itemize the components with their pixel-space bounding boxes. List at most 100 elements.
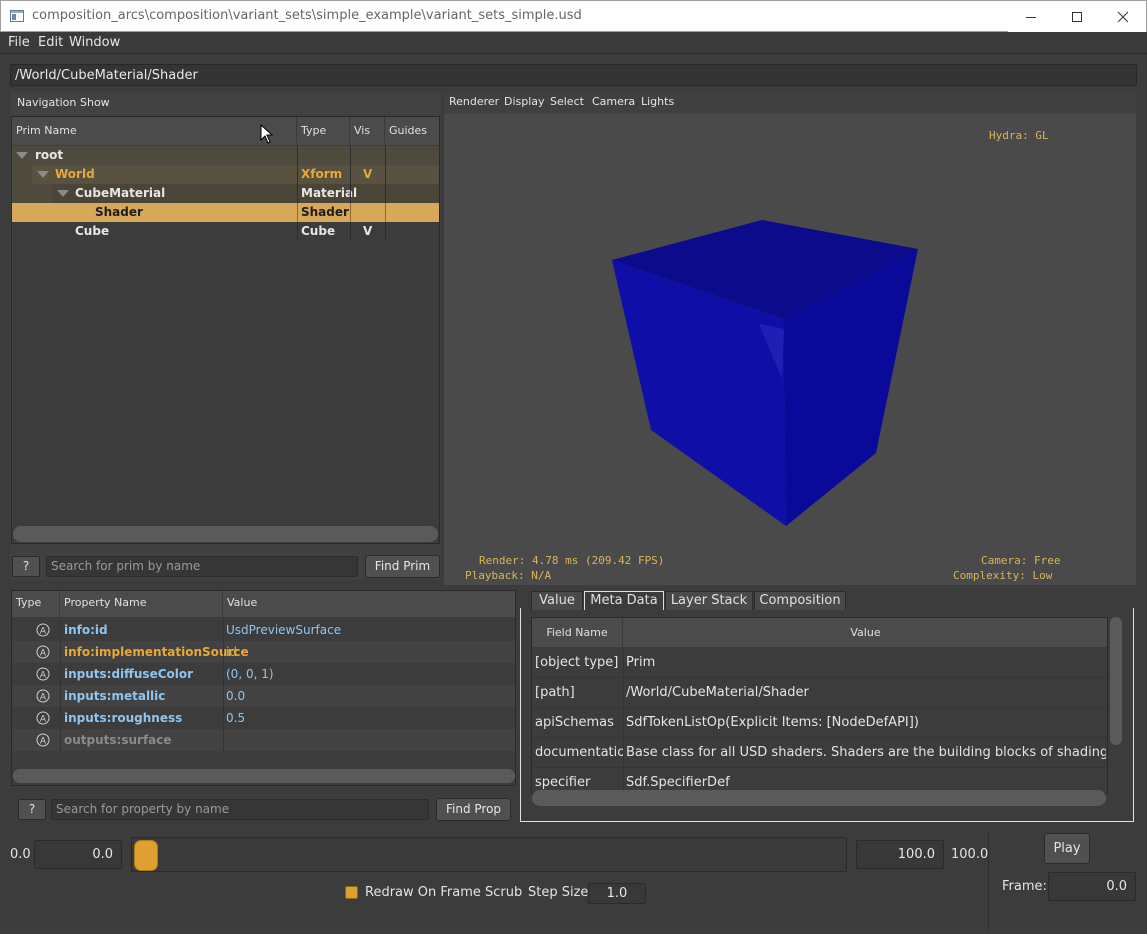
property-row[interactable]: A outputs:surface bbox=[12, 729, 515, 751]
renderer-menu[interactable]: Renderer bbox=[449, 95, 499, 108]
mouse-cursor-icon bbox=[260, 124, 274, 144]
prim-name: World bbox=[55, 167, 95, 181]
attribute-icon: A bbox=[36, 689, 50, 703]
metadata-hscrollbar[interactable] bbox=[532, 790, 1106, 806]
header-type[interactable]: Type bbox=[12, 591, 60, 617]
metadata-row[interactable]: [object type] Prim bbox=[532, 648, 1107, 678]
frame-slider[interactable] bbox=[131, 837, 847, 872]
prim-search-help-button[interactable]: ? bbox=[12, 556, 40, 577]
menu-edit[interactable]: Edit bbox=[38, 35, 63, 50]
svg-text:A: A bbox=[40, 737, 47, 747]
attribute-icon: A bbox=[36, 623, 50, 637]
prim-tree: Prim Name Type Vis Guides root World Xfo… bbox=[11, 116, 440, 544]
find-prop-button[interactable]: Find Prop bbox=[436, 798, 511, 821]
header-vis[interactable]: Vis bbox=[350, 117, 385, 145]
property-value: id bbox=[226, 645, 237, 659]
prop-search-input[interactable]: Search for property by name bbox=[51, 799, 429, 820]
property-scrollbar[interactable] bbox=[13, 769, 515, 783]
display-menu[interactable]: Display bbox=[504, 95, 545, 108]
header-value[interactable]: Value bbox=[623, 618, 1107, 647]
navigation-menu[interactable]: Navigation bbox=[17, 96, 76, 109]
property-row[interactable]: A inputs:diffuseColor (0, 0, 1) bbox=[12, 663, 515, 685]
property-name: inputs:roughness bbox=[64, 711, 183, 725]
metadata-row[interactable]: apiSchemas SdfTokenListOp(Explicit Items… bbox=[532, 708, 1107, 738]
playback-stats: Playback: N/A bbox=[465, 569, 552, 582]
tree-row-world[interactable]: World Xform V bbox=[12, 165, 439, 184]
step-size-label: Step Size bbox=[528, 885, 589, 900]
tree-row-shader[interactable]: Shader Shader bbox=[12, 203, 439, 222]
expand-arrow-icon[interactable] bbox=[57, 190, 69, 197]
tree-scrollbar[interactable] bbox=[13, 526, 438, 542]
svg-text:A: A bbox=[40, 693, 47, 703]
redraw-label: Redraw On Frame Scrub bbox=[365, 885, 523, 900]
prim-name: Shader bbox=[95, 205, 143, 219]
render-stats: Render: 4.78 ms (209.42 FPS) bbox=[479, 554, 665, 567]
prim-search-input[interactable]: Search for prim by name bbox=[46, 556, 358, 577]
property-row[interactable]: A info:implementationSource id bbox=[12, 641, 515, 663]
tab-meta-data[interactable]: Meta Data bbox=[584, 591, 664, 610]
attribute-icon: A bbox=[36, 733, 50, 747]
field-name: apiSchemas bbox=[535, 715, 614, 730]
play-button[interactable]: Play bbox=[1044, 833, 1090, 864]
select-menu[interactable]: Select bbox=[550, 95, 584, 108]
tree-row-cube[interactable]: Cube Cube V bbox=[12, 222, 439, 241]
end-frame-input[interactable]: 100.0 bbox=[856, 840, 944, 869]
close-button[interactable] bbox=[1100, 1, 1146, 32]
redraw-checkbox[interactable] bbox=[345, 886, 358, 899]
header-type[interactable]: Type bbox=[297, 117, 350, 145]
close-icon bbox=[1117, 11, 1129, 23]
prim-type: Material bbox=[301, 186, 358, 200]
prop-search-help-button[interactable]: ? bbox=[18, 799, 46, 820]
viewport-toolbar: Renderer Display Select Camera Lights bbox=[444, 92, 1136, 114]
property-view: Type Property Name Value A info:id UsdPr… bbox=[11, 590, 516, 786]
metadata-row[interactable]: documentation Base class for all USD sha… bbox=[532, 738, 1107, 768]
frame-input[interactable]: 0.0 bbox=[1048, 872, 1136, 901]
field-value: Prim bbox=[626, 655, 656, 670]
menu-file[interactable]: File bbox=[8, 35, 30, 50]
lights-menu[interactable]: Lights bbox=[641, 95, 674, 108]
menu-window[interactable]: Window bbox=[69, 35, 120, 50]
show-menu[interactable]: Show bbox=[80, 96, 110, 109]
property-row[interactable]: A inputs:roughness 0.5 bbox=[12, 707, 515, 729]
tree-row-cubematerial[interactable]: CubeMaterial Material bbox=[12, 184, 439, 203]
step-size-input[interactable]: 1.0 bbox=[588, 883, 646, 904]
find-prim-button[interactable]: Find Prim bbox=[365, 555, 440, 578]
prim-vis[interactable]: V bbox=[363, 222, 372, 241]
property-value: 0.5 bbox=[226, 711, 246, 725]
metadata-row[interactable]: [path] /World/CubeMaterial/Shader bbox=[532, 678, 1107, 708]
header-property-name[interactable]: Property Name bbox=[60, 591, 223, 617]
minimize-btn[interactable] bbox=[1008, 1, 1054, 32]
property-name: info:implementationSource bbox=[64, 645, 249, 659]
camera-menu[interactable]: Camera bbox=[592, 95, 635, 108]
path-field[interactable]: /World/CubeMaterial/Shader bbox=[10, 64, 1137, 86]
property-name: info:id bbox=[64, 623, 108, 637]
header-value[interactable]: Value bbox=[223, 591, 515, 617]
svg-text:A: A bbox=[40, 627, 47, 637]
prim-vis[interactable]: V bbox=[363, 165, 372, 184]
expand-arrow-icon[interactable] bbox=[16, 152, 28, 159]
tab-composition[interactable]: Composition bbox=[754, 591, 846, 610]
frame-slider-handle[interactable] bbox=[134, 840, 158, 871]
field-value: SdfTokenListOp(Explicit Items: [NodeDefA… bbox=[626, 715, 919, 730]
3d-viewport[interactable]: Hydra: GL Render: 4.78 ms (209.42 FPS) P… bbox=[444, 114, 1136, 585]
start-frame-input[interactable]: 0.0 bbox=[34, 840, 122, 869]
attribute-icon: A bbox=[36, 645, 50, 659]
property-row[interactable]: A inputs:metallic 0.0 bbox=[12, 685, 515, 707]
tree-toolbar: Navigation Show bbox=[11, 93, 440, 114]
header-field-name[interactable]: Field Name bbox=[532, 618, 623, 647]
maximize-btn[interactable] bbox=[1054, 1, 1100, 32]
property-header: Type Property Name Value bbox=[12, 591, 515, 617]
divider bbox=[988, 832, 989, 930]
prim-type: Shader bbox=[301, 205, 349, 219]
header-prim-name[interactable]: Prim Name bbox=[12, 117, 297, 145]
expand-arrow-icon[interactable] bbox=[37, 171, 49, 178]
tab-value[interactable]: Value bbox=[531, 591, 583, 610]
tree-row-root[interactable]: root bbox=[12, 146, 439, 165]
property-name: outputs:surface bbox=[64, 733, 172, 747]
property-row[interactable]: A info:id UsdPreviewSurface bbox=[12, 619, 515, 641]
metadata-table: Field Name Value [object type] Prim [pat… bbox=[531, 617, 1108, 794]
tab-layer-stack[interactable]: Layer Stack bbox=[665, 591, 753, 610]
prim-type: Cube bbox=[301, 224, 336, 238]
metadata-vscrollbar[interactable] bbox=[1110, 617, 1122, 745]
header-guides[interactable]: Guides bbox=[385, 117, 439, 145]
